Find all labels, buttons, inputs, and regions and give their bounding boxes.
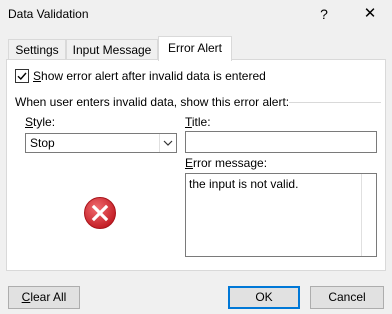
error-message-text: the input is not valid. xyxy=(189,177,299,191)
window-title: Data Validation xyxy=(8,7,89,21)
cancel-button[interactable]: Cancel xyxy=(310,286,384,309)
ok-button[interactable]: OK xyxy=(228,286,300,309)
title-bar: Data Validation ? ✕ xyxy=(0,0,392,30)
clear-all-button[interactable]: Clear All xyxy=(8,286,80,309)
chevron-down-icon[interactable] xyxy=(159,134,176,152)
style-dropdown[interactable]: Stop xyxy=(25,133,177,153)
textarea-scrollbar[interactable] xyxy=(361,174,376,256)
tab-settings[interactable]: Settings xyxy=(8,39,66,60)
error-message-textarea[interactable]: the input is not valid. xyxy=(185,173,377,257)
group-label: When user enters invalid data, show this… xyxy=(15,95,290,109)
style-label: Style: xyxy=(25,115,56,129)
style-value: Stop xyxy=(30,136,55,150)
error-message-label: Error message: xyxy=(185,156,268,170)
data-validation-dialog: Data Validation ? ✕ Settings Input Messa… xyxy=(0,0,392,314)
show-error-alert-option[interactable]: Show error alert after invalid data is e… xyxy=(15,68,266,84)
tab-error-alert[interactable]: Error Alert xyxy=(158,36,232,61)
tab-input-message[interactable]: Input Message xyxy=(66,39,158,60)
error-alert-panel: Show error alert after invalid data is e… xyxy=(6,59,386,271)
close-button[interactable]: ✕ xyxy=(356,3,384,25)
title-label: Title: xyxy=(185,115,211,129)
group-divider xyxy=(289,102,381,103)
help-button[interactable]: ? xyxy=(312,3,336,25)
checkmark-icon xyxy=(17,72,27,81)
show-error-alert-checkbox[interactable] xyxy=(15,69,29,83)
show-error-alert-label: Show error alert after invalid data is e… xyxy=(33,69,266,83)
title-input[interactable] xyxy=(185,131,377,153)
stop-icon xyxy=(84,197,116,229)
